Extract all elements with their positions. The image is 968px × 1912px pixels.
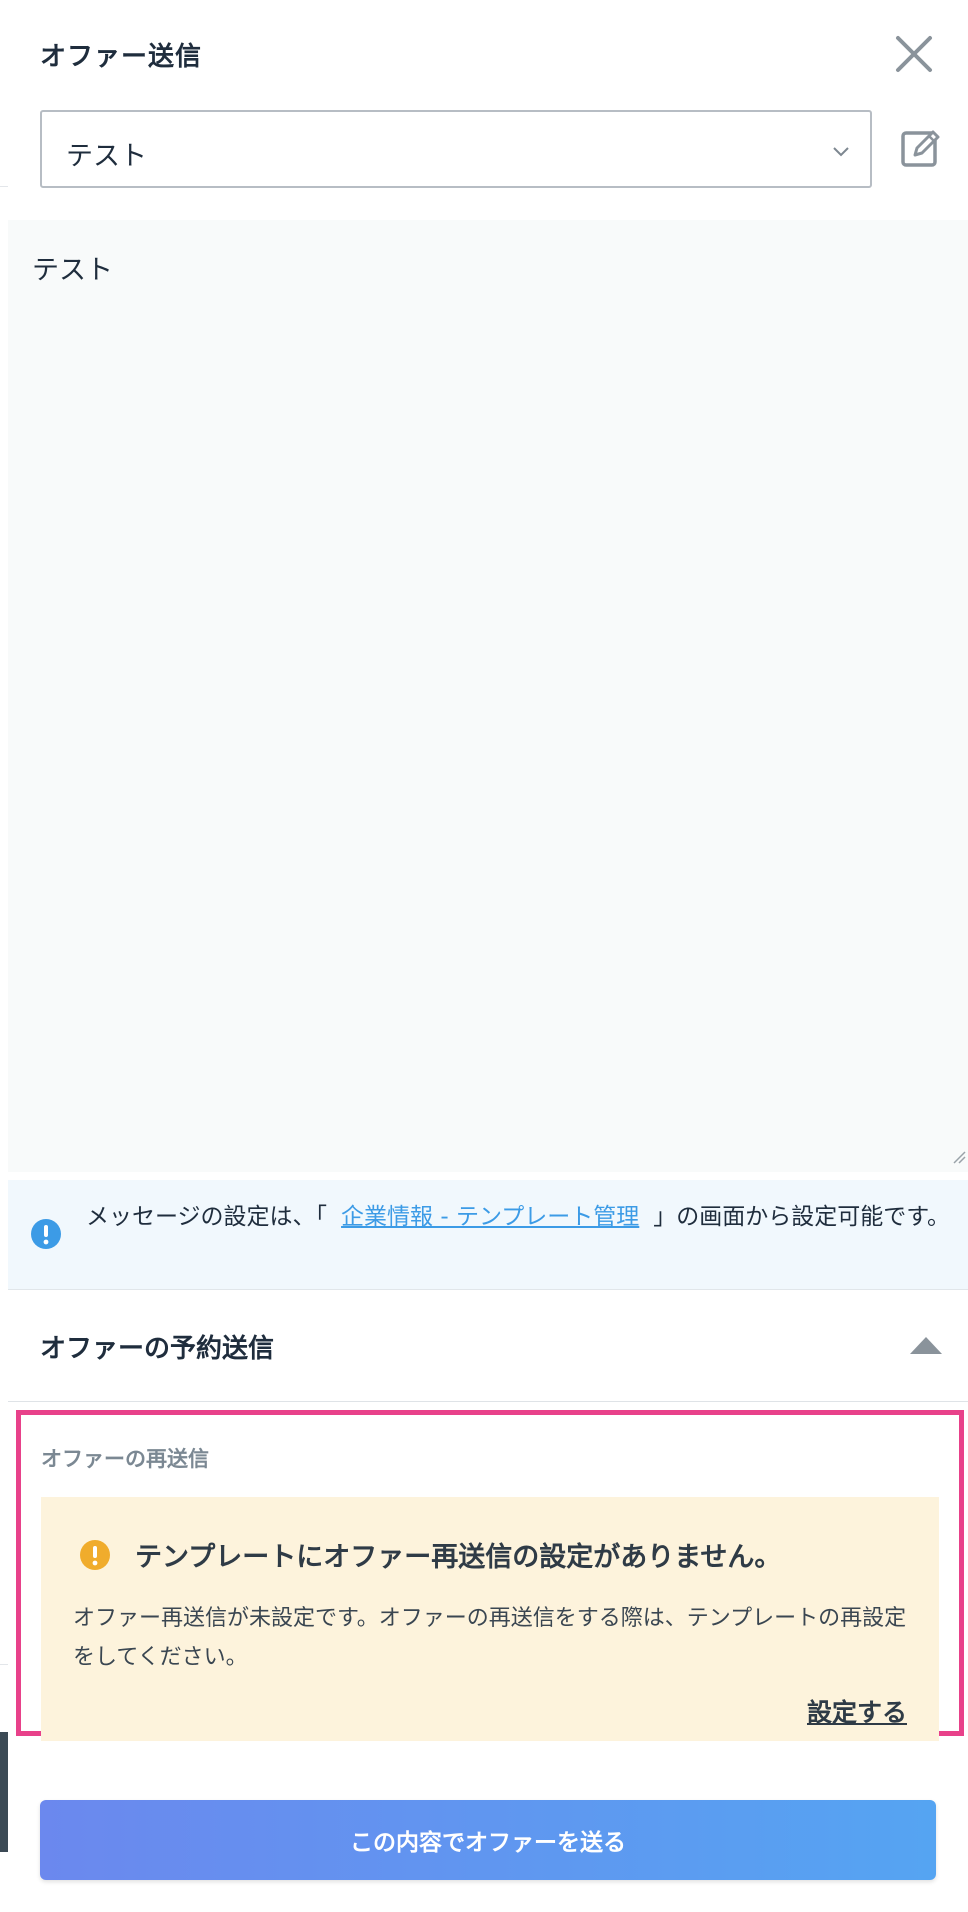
close-button[interactable] <box>888 28 940 80</box>
warning-icon <box>80 1540 110 1570</box>
background-page-edge <box>0 0 8 1912</box>
message-settings-notice: メッセージの設定は、「 企業情報 - テンプレート管理 」の画面から設定可能です。 <box>8 1180 968 1290</box>
caret-up-icon <box>910 1337 942 1354</box>
resend-label: オファーの再送信 <box>41 1447 209 1471</box>
notice-text-after: 」の画面から設定可能です。 <box>653 1204 950 1230</box>
background-divider <box>0 186 8 187</box>
panel-title: オファー送信 <box>40 42 203 72</box>
send-offer-button[interactable]: この内容でオファーを送る <box>40 1800 936 1880</box>
offer-send-panel: オファー送信 テスト テスト メッセージの設定は、「 企業情報 - テンプレート… <box>8 0 968 1912</box>
notice-text: メッセージの設定は、「 企業情報 - テンプレート管理 」の画面から設定可能です。 <box>86 1198 956 1236</box>
template-management-link[interactable]: 企業情報 - テンプレート管理 <box>341 1204 639 1230</box>
edit-icon <box>901 130 940 167</box>
edit-template-button[interactable] <box>898 126 942 170</box>
notice-text-before: メッセージの設定は、「 <box>86 1204 328 1230</box>
offer-resend-section: オファーの再送信 テンプレートにオファー再送信の設定がありません。 オファー再送… <box>16 1410 964 1741</box>
scheduled-offer-accordion[interactable]: オファーの予約送信 <box>8 1292 968 1402</box>
warning-title: テンプレートにオファー再送信の設定がありません。 <box>135 1542 782 1573</box>
warning-description: オファー再送信が未設定です。オファーの再送信をする際は、テンプレートの再設定をし… <box>73 1606 907 1670</box>
message-text: テスト <box>32 255 113 286</box>
template-select[interactable]: テスト <box>40 110 872 188</box>
info-icon <box>31 1219 61 1249</box>
configure-link[interactable]: 設定する <box>807 1693 907 1729</box>
message-textarea[interactable]: テスト <box>8 220 968 1172</box>
background-divider <box>0 1664 8 1665</box>
template-select-value: テスト <box>66 141 147 172</box>
close-icon <box>896 36 932 72</box>
resend-warning-box: テンプレートにオファー再送信の設定がありません。 オファー再送信が未設定です。オ… <box>41 1497 939 1741</box>
page: オファー送信 テスト テスト メッセージの設定は、「 企業情報 - テンプレート… <box>0 0 968 1912</box>
resize-grip-icon[interactable] <box>950 1148 966 1164</box>
scheduled-offer-title: オファーの予約送信 <box>40 1334 275 1364</box>
background-dark-block <box>0 1732 8 1852</box>
chevron-down-icon <box>833 147 849 157</box>
